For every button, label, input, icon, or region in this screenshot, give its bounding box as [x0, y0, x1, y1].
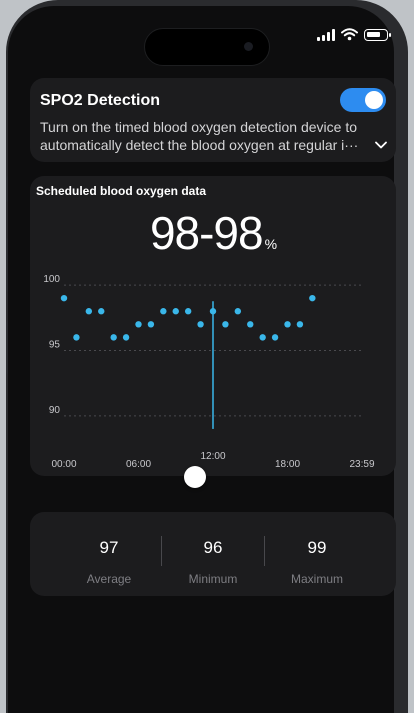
spo2-detection-card: SPO2 Detection Turn on the timed blood o…	[30, 78, 396, 162]
camera-icon	[244, 42, 253, 51]
x-tick-label: 06:00	[126, 459, 151, 470]
data-point	[110, 334, 117, 341]
data-point	[85, 308, 93, 315]
data-point	[172, 308, 179, 315]
data-point	[73, 334, 80, 341]
oxygen-scatter-chart[interactable]: 100 95 90 00:00 06:00 18:00 23:59	[30, 272, 396, 476]
stat-maximum-label: Maximum	[290, 572, 343, 586]
data-point	[234, 308, 242, 315]
data-point	[60, 294, 68, 302]
spo2-toggle[interactable]	[340, 88, 386, 112]
cellular-signal-icon	[317, 28, 335, 41]
selected-time-label: 12:00	[200, 451, 226, 462]
data-point	[98, 308, 105, 315]
chart-title: Scheduled blood oxygen data	[36, 184, 207, 198]
time-slider-handle[interactable]	[184, 466, 206, 488]
data-point	[284, 321, 291, 328]
data-point	[296, 321, 304, 328]
blood-oxygen-chart-card: Scheduled blood oxygen data 98-98% 100 95…	[30, 176, 396, 476]
oxygen-stats-card: 97 Average 96 Minimum 99 Maximum	[30, 512, 396, 596]
x-tick-label: 18:00	[275, 459, 300, 470]
data-point	[259, 334, 266, 341]
data-point	[147, 321, 155, 328]
stat-maximum-value: 99	[307, 538, 327, 557]
spo2-title: SPO2 Detection	[40, 92, 161, 109]
data-point	[271, 334, 279, 341]
device-background: SPO2 Detection Turn on the timed blood o…	[0, 0, 414, 713]
data-point	[184, 308, 192, 315]
wifi-icon	[341, 28, 358, 41]
oxygen-range-number: 98-98	[149, 207, 264, 259]
x-tick-label: 00:00	[51, 459, 76, 470]
data-point	[135, 321, 142, 328]
data-point	[197, 321, 204, 328]
x-tick-label: 23:59	[349, 459, 374, 470]
battery-icon	[364, 28, 391, 41]
data-point	[160, 308, 167, 315]
status-bar	[317, 28, 391, 41]
chevron-down-icon[interactable]	[374, 138, 388, 152]
oxygen-range-unit: %	[264, 236, 277, 252]
data-point	[247, 321, 254, 328]
data-point	[309, 294, 316, 302]
stat-maximum: 99 Maximum	[256, 512, 378, 596]
y-tick-label: 100	[43, 274, 60, 285]
dynamic-island	[144, 28, 270, 66]
y-tick-label: 90	[49, 405, 61, 416]
toggle-knob	[365, 91, 383, 109]
data-point	[222, 321, 229, 328]
spo2-description: Turn on the timed blood oxygen detection…	[40, 119, 359, 153]
oxygen-range-value: 98-98%	[30, 206, 396, 260]
data-point	[122, 334, 130, 341]
y-tick-label: 95	[49, 339, 61, 350]
data-point	[209, 308, 217, 315]
